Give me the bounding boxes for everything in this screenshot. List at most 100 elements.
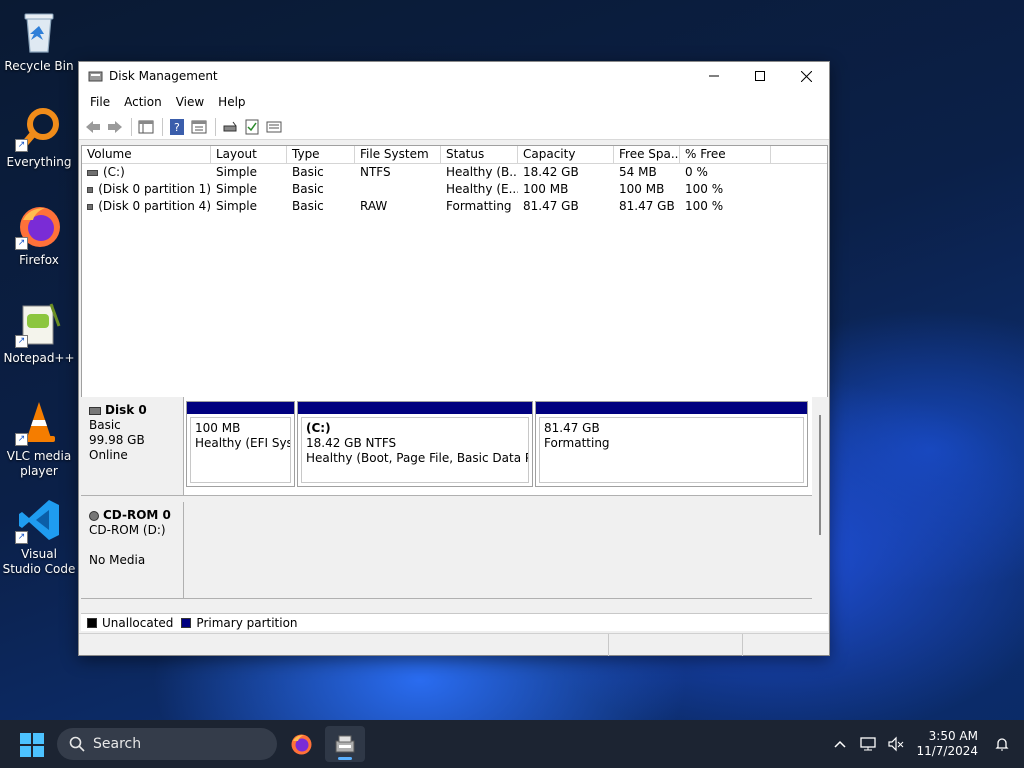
column-status[interactable]: Status xyxy=(441,146,518,164)
desktop-icon-label: Recycle Bin xyxy=(4,59,74,73)
help-button[interactable]: ? xyxy=(167,117,187,137)
back-button[interactable] xyxy=(83,117,103,137)
cell-type: Basic xyxy=(292,165,324,179)
partition-size: 100 MB xyxy=(195,421,241,435)
partition-efi[interactable]: 100 MB Healthy (EFI System Partition) xyxy=(186,401,295,487)
chevron-up-icon xyxy=(834,740,846,748)
clock-time: 3:50 AM xyxy=(928,729,978,743)
column-capacity[interactable]: Capacity xyxy=(518,146,614,164)
shortcut-arrow-icon: ↗ xyxy=(15,433,28,446)
shortcut-arrow-icon: ↗ xyxy=(15,237,28,250)
partition-status: Healthy (Boot, Page File, Basic Data Par… xyxy=(306,451,528,465)
column-type[interactable]: Type xyxy=(287,146,355,164)
desktop-icon-vlc[interactable]: ↗ VLC media player xyxy=(2,398,76,479)
legend-item-primary: Primary partition xyxy=(181,616,298,630)
cell-capacity: 81.47 GB xyxy=(523,199,579,213)
menu-file[interactable]: File xyxy=(83,95,117,109)
status-segment xyxy=(79,634,609,656)
cell-percent-free: 0 % xyxy=(685,165,708,179)
menu-action[interactable]: Action xyxy=(117,95,169,109)
table-row[interactable]: (C:) Simple Basic NTFS Healthy (B... 18.… xyxy=(82,164,827,181)
taskbar-firefox[interactable] xyxy=(281,726,321,762)
title-bar[interactable]: Disk Management xyxy=(79,62,829,90)
disk-0-label[interactable]: Disk 0 Basic 99.98 GB Online xyxy=(81,397,184,496)
everything-search-icon: ↗ xyxy=(15,104,63,152)
show-hidden-icons-button[interactable] xyxy=(826,740,854,748)
legend-label: Unallocated xyxy=(102,615,174,630)
toolbar: ? xyxy=(79,114,829,140)
cell-volume: (Disk 0 partition 1) xyxy=(98,182,211,196)
network-monitor-icon xyxy=(860,737,877,751)
taskbar-disk-management[interactable] xyxy=(325,726,365,762)
minimize-button[interactable] xyxy=(691,62,737,90)
notepad-plus-plus-icon: ↗ xyxy=(15,300,63,348)
menu-view[interactable]: View xyxy=(169,95,211,109)
desktop-icon-notepad-plus-plus[interactable]: ↗ Notepad++ xyxy=(2,300,76,366)
properties-button[interactable] xyxy=(189,117,209,137)
show-hide-console-tree-button[interactable] xyxy=(136,117,156,137)
cdrom-name: CD-ROM 0 xyxy=(103,508,171,522)
settings-list-button[interactable] xyxy=(264,117,284,137)
cell-capacity: 100 MB xyxy=(523,182,569,196)
cell-free-space: 100 MB xyxy=(619,182,665,196)
desktop-icon-everything[interactable]: ↗ Everything xyxy=(2,104,76,170)
disk-0-partitions: 100 MB Healthy (EFI System Partition) (C… xyxy=(184,397,812,496)
check-button[interactable] xyxy=(242,117,262,137)
column-free-space[interactable]: Free Spa... xyxy=(614,146,680,164)
maximize-button[interactable] xyxy=(737,62,783,90)
table-row[interactable]: (Disk 0 partition 4) Simple Basic RAW Fo… xyxy=(82,198,827,215)
disk-0-row[interactable]: Disk 0 Basic 99.98 GB Online 100 MB Heal… xyxy=(81,397,812,496)
cell-layout: Simple xyxy=(216,165,257,179)
cell-volume: (Disk 0 partition 4) xyxy=(98,199,211,213)
disk-management-window: Disk Management File Action View Help ? … xyxy=(78,61,830,656)
cdrom-0-label[interactable]: CD-ROM 0 CD-ROM (D:) No Media xyxy=(81,502,184,599)
firefox-icon xyxy=(291,734,312,755)
close-button[interactable] xyxy=(783,62,829,90)
minimize-icon xyxy=(709,75,719,77)
cell-type: Basic xyxy=(292,182,324,196)
network-button[interactable] xyxy=(854,736,882,752)
cell-status: Healthy (B... xyxy=(446,165,518,179)
desktop-icon-recycle-bin[interactable]: Recycle Bin xyxy=(2,8,76,74)
column-volume[interactable]: Volume xyxy=(82,146,211,164)
partition-4[interactable]: 81.47 GB Formatting xyxy=(535,401,808,487)
close-icon xyxy=(800,70,812,82)
volume-button[interactable] xyxy=(882,736,910,752)
column-percent-free[interactable]: % Free xyxy=(680,146,771,164)
connect-button[interactable] xyxy=(220,117,240,137)
cell-status: Formatting xyxy=(446,199,512,213)
taskbar-search[interactable]: Search xyxy=(57,728,277,760)
start-button[interactable] xyxy=(19,732,45,758)
forward-button[interactable] xyxy=(105,117,125,137)
menu-help[interactable]: Help xyxy=(211,95,252,109)
recycle-bin-icon xyxy=(15,8,63,56)
desktop-icon-vscode[interactable]: ↗ Visual Studio Code xyxy=(2,496,76,577)
volume-icon xyxy=(87,186,94,193)
cell-file-system: NTFS xyxy=(360,165,391,179)
table-row[interactable]: (Disk 0 partition 1) Simple Basic Health… xyxy=(82,181,827,198)
disk-pane-scrollbar[interactable] xyxy=(812,415,828,595)
cell-free-space: 54 MB xyxy=(619,165,657,179)
desktop-icon-firefox[interactable]: ↗ Firefox xyxy=(2,202,76,268)
column-layout[interactable]: Layout xyxy=(211,146,287,164)
legend-swatch xyxy=(87,617,97,628)
disk-state: Online xyxy=(89,448,128,462)
clock[interactable]: 3:50 AM 11/7/2024 xyxy=(910,729,988,759)
partition-status: Healthy (EFI System Partition) xyxy=(195,436,291,450)
clock-date: 11/7/2024 xyxy=(916,744,978,758)
disk-size: 99.98 GB xyxy=(89,433,145,447)
notifications-button[interactable] xyxy=(988,736,1016,752)
cdrom-0-row[interactable]: CD-ROM 0 CD-ROM (D:) No Media xyxy=(81,502,812,599)
partition-c[interactable]: (C:) 18.42 GB NTFS Healthy (Boot, Page F… xyxy=(297,401,533,487)
cell-file-system: RAW xyxy=(360,199,388,213)
menu-bar: File Action View Help xyxy=(79,90,829,114)
cell-layout: Simple xyxy=(216,182,257,196)
column-file-system[interactable]: File System xyxy=(355,146,441,164)
volume-icon xyxy=(87,169,98,176)
primary-partition-bar xyxy=(298,402,532,414)
status-bar xyxy=(79,633,829,656)
scrollbar-thumb[interactable] xyxy=(819,415,821,535)
properties-icon xyxy=(191,120,207,133)
legend-swatch xyxy=(181,617,192,628)
cell-capacity: 18.42 GB xyxy=(523,165,579,179)
